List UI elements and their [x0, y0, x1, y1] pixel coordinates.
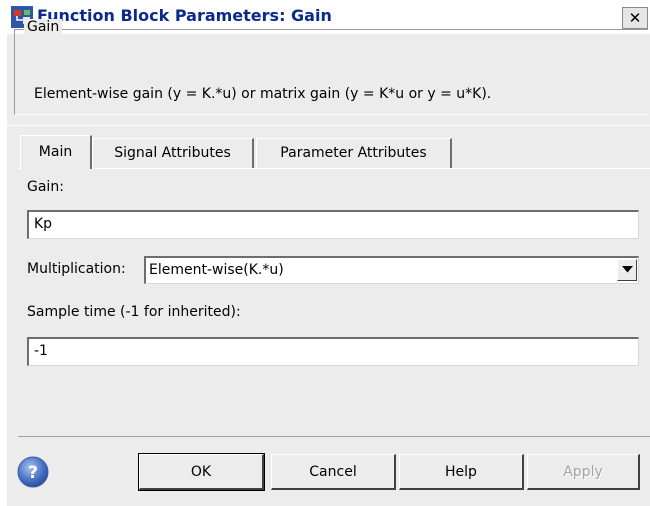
- svg-text:?: ?: [28, 463, 38, 483]
- help-button[interactable]: Help: [399, 454, 524, 490]
- gain-input[interactable]: Kp: [27, 210, 639, 239]
- description-group-title: Gain: [24, 19, 63, 35]
- tab-signal-attributes-label: Signal Attributes: [114, 145, 231, 161]
- description-group: [14, 29, 648, 115]
- cancel-button[interactable]: Cancel: [271, 454, 396, 490]
- ok-button-label: OK: [190, 464, 212, 480]
- window-title: Function Block Parameters: Gain: [37, 6, 332, 25]
- tab-main-label: Main: [38, 144, 73, 160]
- close-button[interactable]: ✕: [622, 7, 648, 29]
- multiplication-label: Multiplication:: [27, 261, 126, 277]
- apply-button-label: Apply: [563, 464, 603, 480]
- tab-signal-attributes[interactable]: Signal Attributes: [92, 138, 254, 168]
- sample-time-label: Sample time (-1 for inherited):: [27, 304, 241, 320]
- help-button-label: Help: [445, 464, 477, 480]
- separator: [7, 125, 650, 126]
- dropdown-arrow-icon[interactable]: [617, 259, 637, 281]
- close-icon: ✕: [628, 9, 642, 27]
- description-text: Element-wise gain (y = K.*u) or matrix g…: [34, 86, 492, 102]
- tab-parameter-attributes[interactable]: Parameter Attributes: [256, 138, 452, 168]
- apply-button[interactable]: Apply: [527, 454, 640, 490]
- multiplication-select[interactable]: Element-wise(K.*u): [144, 256, 639, 284]
- sample-time-input[interactable]: -1: [27, 337, 639, 366]
- question-mark-icon[interactable]: ?: [17, 456, 49, 488]
- tab-main[interactable]: Main: [20, 135, 92, 169]
- tab-panel-border: [18, 168, 650, 169]
- cancel-button-label: Cancel: [309, 464, 357, 480]
- multiplication-value: Element-wise(K.*u): [149, 262, 284, 278]
- panel-bottom-border: [18, 436, 650, 437]
- ok-button[interactable]: OK: [138, 453, 265, 491]
- tab-parameter-attributes-label: Parameter Attributes: [280, 145, 427, 161]
- gain-label: Gain:: [27, 179, 64, 195]
